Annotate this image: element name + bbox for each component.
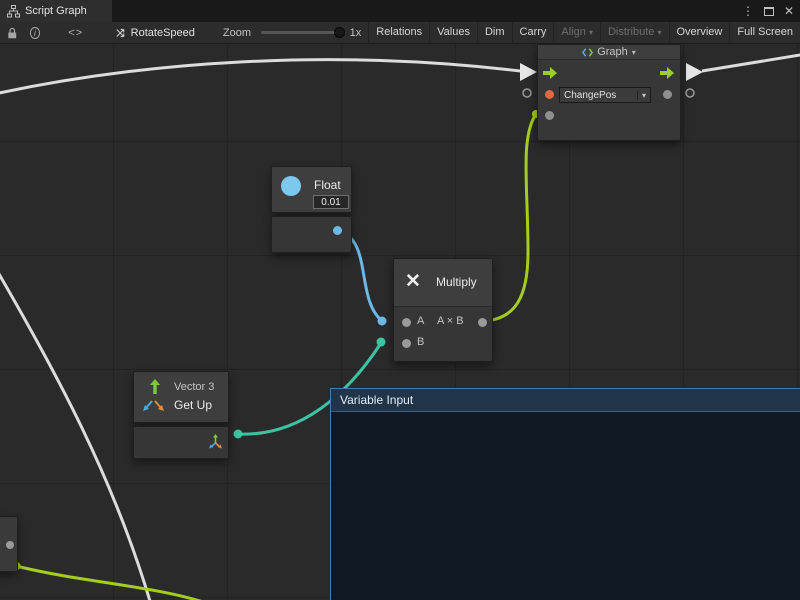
relations-button[interactable]: Relations xyxy=(368,22,429,44)
tab-label: Script Graph xyxy=(25,5,87,17)
flow-out-port[interactable] xyxy=(659,66,675,80)
zoom-slider[interactable] xyxy=(261,31,342,34)
float-node-title: Float xyxy=(314,178,341,192)
wire-endpoint xyxy=(378,317,387,326)
tab-script-graph[interactable]: Script Graph xyxy=(0,0,112,22)
flow-wire-out xyxy=(702,53,800,71)
zoom-label: Zoom xyxy=(223,27,251,39)
zoom-value: 1x xyxy=(350,27,362,39)
value-wire-bottom xyxy=(16,566,216,600)
align-button[interactable]: Align ▾ xyxy=(553,22,600,44)
values-button[interactable]: Values xyxy=(429,22,477,44)
graph-asset-icon xyxy=(115,27,126,39)
menu-dots-icon[interactable]: ⋮ xyxy=(742,4,754,18)
float-value-input[interactable]: 0.01 xyxy=(313,195,349,209)
vector-axes-icon xyxy=(142,399,166,413)
flow-wire-in xyxy=(0,60,520,95)
vector-node-type: Vector 3 xyxy=(174,381,214,393)
script-graph-tab-icon xyxy=(7,5,20,18)
graph-canvas[interactable]: Graph ▾ ChangePos ▾ Float 0.0 xyxy=(0,44,800,600)
vector-node-title: Get Up xyxy=(174,398,212,412)
distribute-button[interactable]: Distribute ▾ xyxy=(600,22,669,44)
changepos-value-port[interactable] xyxy=(545,90,554,99)
graph-name-label[interactable]: RotateSpeed xyxy=(131,27,195,39)
flow-in-port[interactable] xyxy=(542,66,558,80)
partial-node-port[interactable] xyxy=(6,541,14,549)
graph-node-value-port[interactable] xyxy=(545,111,554,120)
graph-output-node[interactable]: Graph ▾ ChangePos ▾ xyxy=(537,44,681,141)
wire-endpoint xyxy=(234,430,243,439)
chevron-down-icon: ▾ xyxy=(589,28,593,37)
maximize-icon[interactable] xyxy=(764,7,774,16)
multiply-icon: ✕ xyxy=(405,270,421,293)
vector3-get-up-node[interactable]: Vector 3 Get Up xyxy=(133,371,229,459)
close-icon[interactable]: ✕ xyxy=(784,4,794,18)
graph-toolbar: i <> RotateSpeed Zoom 1x Relations Value… xyxy=(0,22,800,44)
unity-visual-scripting-window: Script Graph ⋮ ✕ i <> RotateSpeed Zoom 1… xyxy=(0,0,800,600)
variable-input-body xyxy=(331,412,800,600)
full-screen-button[interactable]: Full Screen xyxy=(729,22,800,44)
changepos-dropdown[interactable]: ChangePos ▾ xyxy=(559,87,651,103)
flow-arrowhead-in xyxy=(520,63,537,81)
carry-button[interactable]: Carry xyxy=(512,22,554,44)
changepos-dropdown-value: ChangePos xyxy=(560,90,637,101)
wire-endpoint xyxy=(377,338,386,347)
unconnected-port-circle[interactable] xyxy=(523,89,531,97)
overview-button[interactable]: Overview xyxy=(669,22,730,44)
variable-input-title: Variable Input xyxy=(340,393,413,407)
info-icon[interactable]: i xyxy=(30,27,41,39)
chevron-down-icon[interactable]: ▾ xyxy=(632,48,636,57)
tab-bar: Script Graph ⋮ ✕ xyxy=(0,0,800,22)
flow-arrowhead-out xyxy=(686,63,703,81)
float-type-icon xyxy=(281,176,301,196)
flow-wire-diagonal xyxy=(0,262,152,600)
multiply-input-a-port[interactable] xyxy=(402,318,411,327)
vector3-output-icon[interactable] xyxy=(208,434,223,449)
partial-node[interactable] xyxy=(0,516,18,572)
multiply-result-port[interactable] xyxy=(478,318,487,327)
chevron-down-icon: ▾ xyxy=(657,28,661,37)
graph-icon xyxy=(582,47,593,58)
multiply-input-a-label: A xyxy=(417,315,424,327)
variable-input-header[interactable]: Variable Input xyxy=(331,389,800,412)
multiply-input-b-port[interactable] xyxy=(402,339,411,348)
lock-icon[interactable] xyxy=(7,26,18,40)
multiply-node[interactable]: ✕ Multiply A A × B B xyxy=(393,258,493,362)
graph-node-output-port[interactable] xyxy=(663,90,672,99)
variable-input-panel[interactable]: Variable Input xyxy=(330,388,800,600)
float-literal-node[interactable]: Float 0.01 xyxy=(271,166,352,253)
multiply-node-title: Multiply xyxy=(436,275,477,289)
multiply-input-b-label: B xyxy=(417,336,424,348)
float-value: 0.01 xyxy=(321,197,340,208)
code-view-icon[interactable]: <> xyxy=(68,27,83,39)
zoom-slider-handle[interactable] xyxy=(334,27,345,38)
graph-node-title: Graph xyxy=(597,46,628,58)
unconnected-port-circle[interactable] xyxy=(686,89,694,97)
float-output-port[interactable] xyxy=(333,226,342,235)
dim-button[interactable]: Dim xyxy=(477,22,512,44)
up-arrow-icon xyxy=(147,378,163,395)
chevron-down-icon: ▾ xyxy=(637,91,650,100)
multiply-result-label: A × B xyxy=(437,315,464,327)
